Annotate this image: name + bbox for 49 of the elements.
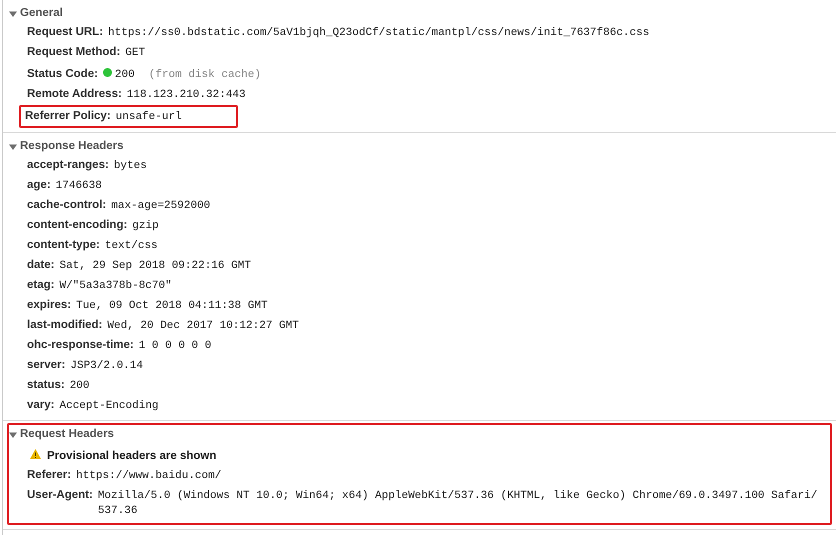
header-value: Wed, 20 Dec 2017 10:12:27 GMT: [107, 319, 299, 334]
header-name: Request Method:: [27, 45, 120, 60]
header-name: Referer:: [27, 468, 72, 483]
header-name: Status Code:: [27, 67, 98, 82]
header-value: 1746638: [56, 179, 102, 194]
collapse-triangle-icon[interactable]: [9, 142, 17, 150]
header-value: bytes: [114, 159, 147, 174]
warning-message: Provisional headers are shown: [47, 449, 216, 464]
header-name: status:: [27, 378, 65, 393]
section-title[interactable]: Response Headers: [20, 138, 124, 156]
header-name: ohc-response-time:: [27, 338, 134, 353]
header-value: gzip: [132, 219, 159, 234]
header-value: Tue, 09 Oct 2018 04:11:38 GMT: [76, 299, 268, 314]
header-name: content-encoding:: [27, 218, 128, 233]
section-title[interactable]: Request Headers: [20, 426, 114, 444]
header-name: Remote Address:: [27, 87, 122, 102]
header-value: text/css: [104, 239, 158, 254]
section-title[interactable]: General: [20, 4, 63, 22]
header-name: content-type:: [27, 238, 100, 253]
header-value: https://www.baidu.com/: [76, 469, 222, 484]
collapse-triangle-icon[interactable]: [9, 430, 17, 438]
collapse-triangle-icon[interactable]: [9, 10, 17, 18]
header-name: cache-control:: [27, 198, 106, 213]
header-name: vary:: [27, 398, 54, 413]
header-name: etag:: [27, 278, 54, 293]
warning-icon: [30, 449, 41, 459]
header-value: unsafe-url: [116, 110, 182, 125]
header-value: 200: [70, 379, 90, 394]
header-value: https://ss0.bdstatic.com/5aV1bjqh_Q23odCf/static/mantpl/css/news/init_7637f86c.css: [108, 26, 650, 41]
header-value: 1 0 0 0 0 0: [138, 339, 212, 354]
status-note: (from disk cache): [148, 68, 261, 83]
header-value: GET: [125, 46, 146, 61]
header-value: 200: [114, 68, 135, 83]
header-name: age:: [27, 178, 51, 193]
header-value: JSP3/2.0.14: [70, 359, 143, 374]
header-name: last-modified:: [27, 318, 102, 333]
header-value: Mozilla/5.0 (Windows NT 10.0; Win64; x64) AppleWebKit/537.36 (KHTML, like Gecko) Chrome/69.0.3497.100 Safari/537.36: [98, 489, 818, 519]
header-value: 118.123.210.32:443: [126, 88, 246, 103]
header-name: accept-ranges:: [27, 158, 109, 173]
header-name: User-Agent:: [27, 488, 93, 503]
header-value: W/"5a3a378b-8c70": [59, 279, 172, 294]
header-name: Request URL:: [27, 25, 104, 40]
header-name: Referrer Policy:: [25, 109, 111, 124]
header-value: Sat, 29 Sep 2018 09:22:16 GMT: [59, 259, 251, 274]
header-value: Accept-Encoding: [60, 399, 159, 414]
header-name: server:: [27, 358, 66, 373]
header-value: max-age=2592000: [111, 199, 210, 214]
header-name: expires:: [27, 298, 72, 313]
header-name: date:: [27, 258, 54, 273]
